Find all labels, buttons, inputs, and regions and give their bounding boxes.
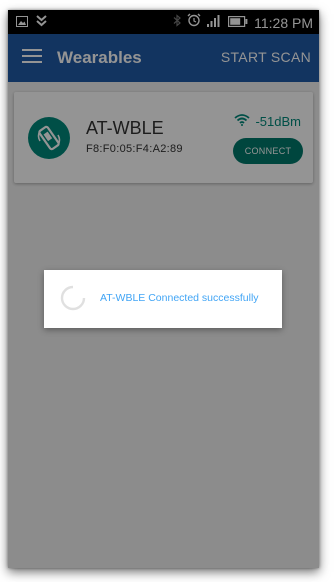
dialog-message: AT-WBLE Connected successfully: [100, 292, 259, 304]
device-screen: 11:28 PM Wearables START SCAN AT-WBLE F8…: [8, 10, 319, 568]
loading-spinner-icon: [59, 284, 87, 312]
connection-dialog: AT-WBLE Connected successfully: [44, 270, 282, 328]
